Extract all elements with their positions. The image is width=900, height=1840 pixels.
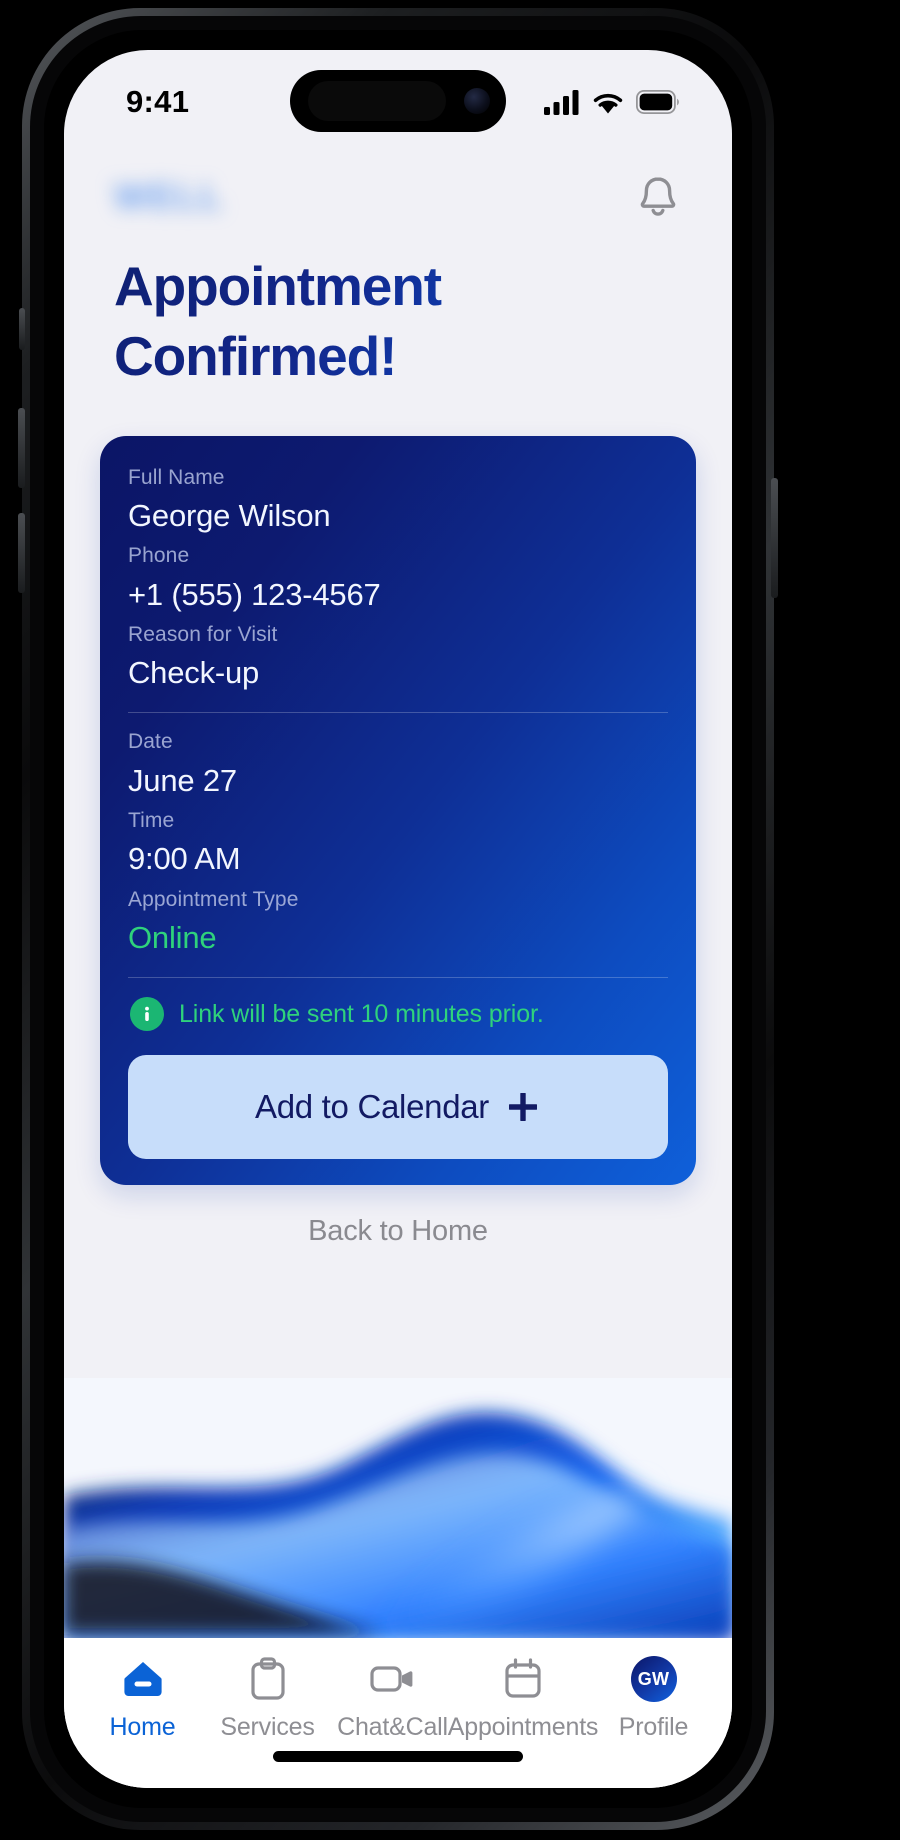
add-to-calendar-button[interactable]: Add to Calendar bbox=[128, 1055, 668, 1160]
field-value: +1 (555) 123-4567 bbox=[128, 576, 381, 612]
field-label: Phone bbox=[128, 544, 190, 568]
bottom-tab-bar: Home Services Chat&Call Appointments GW … bbox=[64, 1638, 732, 1788]
home-icon bbox=[122, 1656, 164, 1702]
page-title-line2: Confirmed! bbox=[114, 324, 397, 387]
cellular-bars-icon bbox=[544, 90, 579, 115]
brand-logo: WELL bbox=[114, 175, 332, 219]
screenshot-root: 9:41 WELL Appointment Confirmed! Full Na… bbox=[0, 0, 900, 1840]
card-divider-bottom bbox=[128, 977, 668, 979]
device-inner-frame: 9:41 WELL Appointment Confirmed! Full Na… bbox=[30, 16, 766, 1822]
field-value: 9:00 AM bbox=[128, 841, 241, 877]
decorative-wave-graphic bbox=[64, 1248, 732, 1638]
back-to-home-link[interactable]: Back to Home bbox=[64, 1185, 732, 1248]
field-value: June 27 bbox=[128, 762, 237, 798]
field-value: George Wilson bbox=[128, 498, 331, 534]
app-header: WELL bbox=[64, 146, 732, 230]
field-label: Date bbox=[128, 730, 173, 754]
field-label: Time bbox=[128, 808, 175, 832]
field-label: Full Name bbox=[128, 465, 225, 489]
calendar-icon bbox=[503, 1656, 543, 1702]
tab-label: Services bbox=[220, 1713, 315, 1741]
tab-services[interactable]: Services bbox=[205, 1656, 330, 1742]
tab-label: Appointments bbox=[447, 1713, 599, 1741]
home-glyph bbox=[123, 1662, 162, 1696]
brand-logo-text: WELL bbox=[114, 176, 224, 217]
tab-home[interactable]: Home bbox=[80, 1656, 205, 1742]
battery-full-icon bbox=[636, 90, 679, 114]
volume-up-button[interactable] bbox=[18, 408, 25, 488]
appointment-note: Link will be sent 10 minutes prior. bbox=[128, 991, 668, 1033]
appointment-summary-card: Full Name George Wilson Phone +1 (555) 1… bbox=[100, 435, 696, 1186]
field-full-name: Full Name George Wilson bbox=[128, 462, 668, 539]
status-bar-indicators bbox=[544, 89, 680, 115]
status-bar-time: 9:41 bbox=[126, 84, 190, 119]
field-label: Reason for Visit bbox=[128, 622, 278, 646]
field-reason-for-visit: Reason for Visit Check-up bbox=[128, 619, 668, 696]
clipboard-glyph bbox=[250, 1657, 285, 1700]
plus-icon bbox=[509, 1093, 537, 1122]
field-label: Appointment Type bbox=[128, 887, 299, 911]
field-time: Time 9:00 AM bbox=[128, 805, 668, 882]
avatar-initials: GW bbox=[630, 1656, 677, 1702]
field-value: Check-up bbox=[128, 655, 260, 691]
tab-appointments[interactable]: Appointments bbox=[448, 1656, 598, 1742]
field-phone: Phone +1 (555) 123-4567 bbox=[128, 540, 668, 617]
clipboard-icon bbox=[249, 1656, 287, 1702]
field-appointment-type: Appointment Type Online bbox=[128, 884, 668, 961]
notifications-button[interactable] bbox=[630, 169, 686, 225]
wifi-icon bbox=[593, 93, 623, 114]
page-title: Appointment Confirmed! bbox=[64, 230, 732, 392]
power-button[interactable] bbox=[771, 478, 778, 598]
status-bar: 9:41 bbox=[64, 50, 732, 146]
calendar-glyph bbox=[505, 1658, 541, 1698]
field-date: Date June 27 bbox=[128, 726, 668, 803]
tab-profile[interactable]: GW Profile bbox=[591, 1656, 716, 1742]
page-title-line1: Appointment bbox=[114, 255, 442, 317]
device-bezel: 9:41 WELL Appointment Confirmed! Full Na… bbox=[44, 30, 752, 1808]
silent-switch[interactable] bbox=[19, 308, 25, 350]
field-value: Online bbox=[128, 920, 217, 956]
phone-device-frame: 9:41 WELL Appointment Confirmed! Full Na… bbox=[18, 8, 778, 1830]
volume-down-button[interactable] bbox=[18, 513, 25, 593]
add-to-calendar-label: Add to Calendar bbox=[255, 1088, 489, 1126]
home-indicator[interactable] bbox=[273, 1751, 523, 1762]
info-glyph bbox=[145, 1006, 149, 1022]
tab-label: Home bbox=[109, 1713, 176, 1741]
video-camera-glyph bbox=[369, 1666, 412, 1692]
page-content: WELL Appointment Confirmed! Full Name Ge… bbox=[64, 146, 732, 1788]
front-camera-icon bbox=[464, 88, 490, 114]
card-divider-top bbox=[128, 712, 668, 714]
tab-chat-call[interactable]: Chat&Call bbox=[330, 1656, 455, 1742]
appointment-note-text: Link will be sent 10 minutes prior. bbox=[179, 999, 544, 1028]
wave-svg bbox=[64, 1378, 732, 1638]
phone-screen: 9:41 WELL Appointment Confirmed! Full Na… bbox=[64, 50, 732, 1788]
avatar-icon: GW bbox=[630, 1656, 677, 1702]
bell-icon bbox=[640, 177, 676, 216]
dynamic-island bbox=[290, 70, 506, 132]
tab-label: Chat&Call bbox=[337, 1713, 448, 1741]
video-camera-icon bbox=[369, 1656, 416, 1702]
tab-label: Profile bbox=[618, 1713, 689, 1741]
dynamic-island-pill bbox=[308, 81, 446, 121]
info-circle-icon bbox=[130, 997, 164, 1032]
